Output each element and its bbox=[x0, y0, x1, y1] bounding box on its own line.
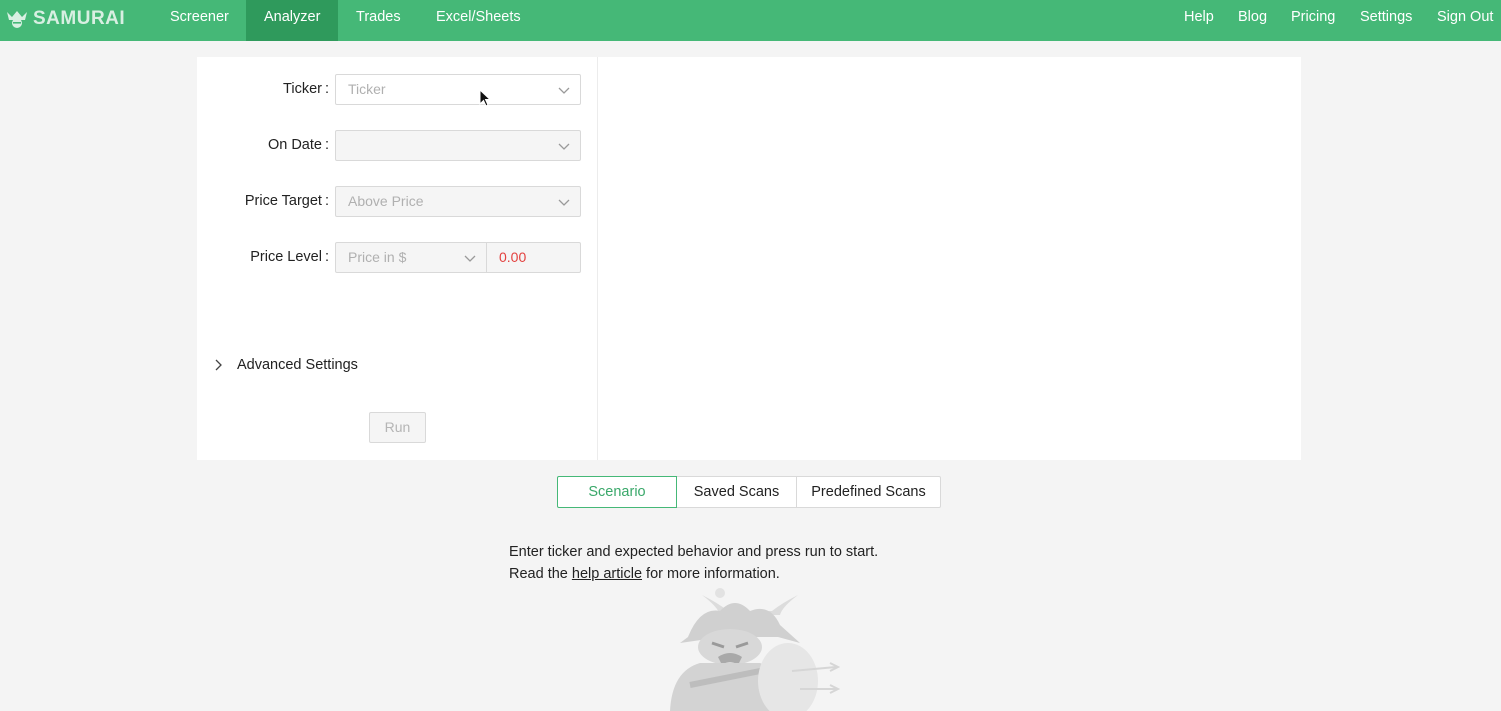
samurai-logo-icon bbox=[7, 11, 27, 28]
nav-sign-out[interactable]: Sign Out bbox=[1437, 0, 1493, 41]
top-nav-bar: SAMURAI Screener Analyzer Trades Excel/S… bbox=[0, 0, 1501, 41]
price-unit-value: Price in $ bbox=[348, 249, 407, 265]
on-date-label: On Date: bbox=[267, 137, 329, 153]
nav-pricing[interactable]: Pricing bbox=[1291, 0, 1335, 41]
nav-trades[interactable]: Trades bbox=[338, 0, 419, 41]
run-button[interactable]: Run bbox=[369, 412, 426, 443]
price-target-value: Above Price bbox=[348, 193, 424, 209]
brand-name: SAMURAI bbox=[33, 8, 126, 29]
advanced-settings-label: Advanced Settings bbox=[237, 357, 358, 373]
price-level-label: Price Level: bbox=[250, 249, 329, 265]
info-message: Enter ticker and expected behavior and p… bbox=[509, 541, 878, 585]
chevron-down-icon bbox=[558, 196, 570, 208]
samurai-mascot-illustration bbox=[670, 588, 840, 711]
chevron-right-icon bbox=[215, 359, 222, 371]
tab-predefined-scans[interactable]: Predefined Scans bbox=[796, 476, 941, 508]
chevron-down-icon bbox=[464, 252, 476, 264]
mouse-cursor-icon bbox=[479, 89, 492, 107]
scan-tabs: Scenario Saved Scans Predefined Scans bbox=[557, 476, 941, 508]
price-target-select[interactable]: Above Price bbox=[335, 186, 581, 217]
ticker-placeholder: Ticker bbox=[348, 81, 386, 97]
nav-help[interactable]: Help bbox=[1184, 0, 1214, 41]
ticker-select[interactable]: Ticker bbox=[335, 74, 581, 105]
advanced-settings-toggle[interactable]: Advanced Settings bbox=[213, 355, 358, 375]
tab-saved-scans[interactable]: Saved Scans bbox=[676, 476, 797, 508]
chevron-down-icon bbox=[558, 140, 570, 152]
price-target-label: Price Target: bbox=[244, 193, 329, 209]
nav-excel-sheets[interactable]: Excel/Sheets bbox=[418, 0, 539, 41]
price-unit-select[interactable]: Price in $ bbox=[335, 242, 487, 273]
chevron-down-icon bbox=[558, 84, 570, 96]
nav-screener[interactable]: Screener bbox=[152, 0, 247, 41]
on-date-select[interactable] bbox=[335, 130, 581, 161]
analyzer-panel: Ticker: Ticker On Date: Price Target: Ab… bbox=[197, 57, 1301, 460]
nav-settings[interactable]: Settings bbox=[1360, 0, 1412, 41]
panel-divider bbox=[597, 57, 598, 460]
tab-scenario[interactable]: Scenario bbox=[557, 476, 677, 508]
info-line-1: Enter ticker and expected behavior and p… bbox=[509, 544, 879, 560]
nav-analyzer[interactable]: Analyzer bbox=[246, 0, 338, 41]
brand-logo[interactable]: SAMURAI bbox=[4, 8, 125, 30]
price-level-input[interactable]: 0.00 bbox=[486, 242, 581, 273]
nav-blog[interactable]: Blog bbox=[1238, 0, 1267, 41]
info-line-2: Read the help article for more informati… bbox=[509, 566, 780, 582]
ticker-label: Ticker: bbox=[283, 81, 329, 97]
price-level-value: 0.00 bbox=[499, 249, 527, 265]
help-article-link[interactable]: help article bbox=[572, 566, 642, 582]
